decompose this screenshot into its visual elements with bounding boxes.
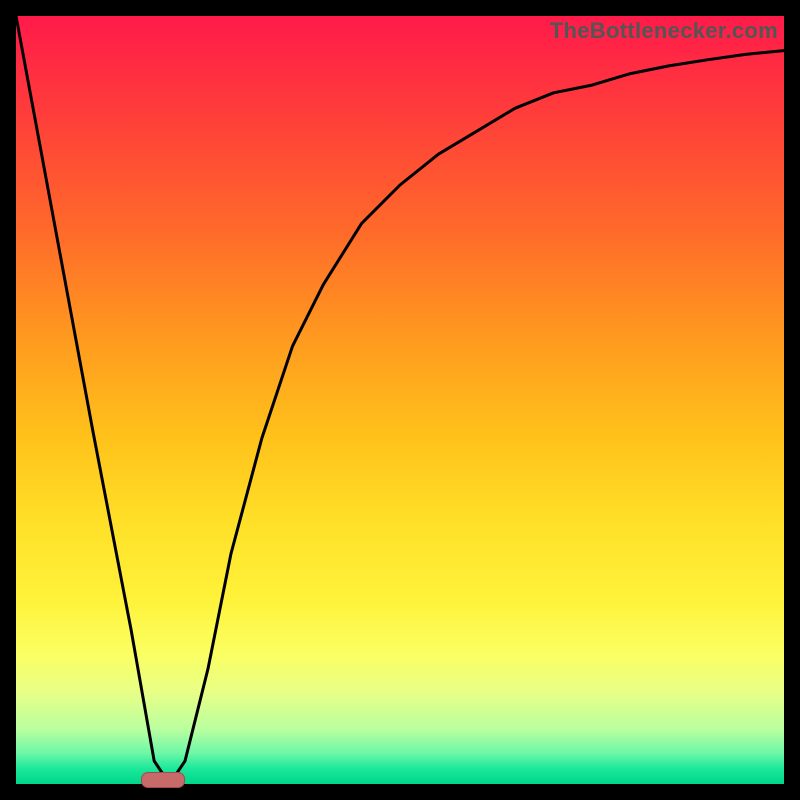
chart-frame: TheBottlenecker.com: [16, 16, 784, 784]
curve-svg: [16, 16, 784, 784]
optimal-marker: [141, 772, 185, 788]
bottleneck-curve-path: [16, 16, 784, 784]
watermark-text: TheBottlenecker.com: [550, 18, 778, 44]
